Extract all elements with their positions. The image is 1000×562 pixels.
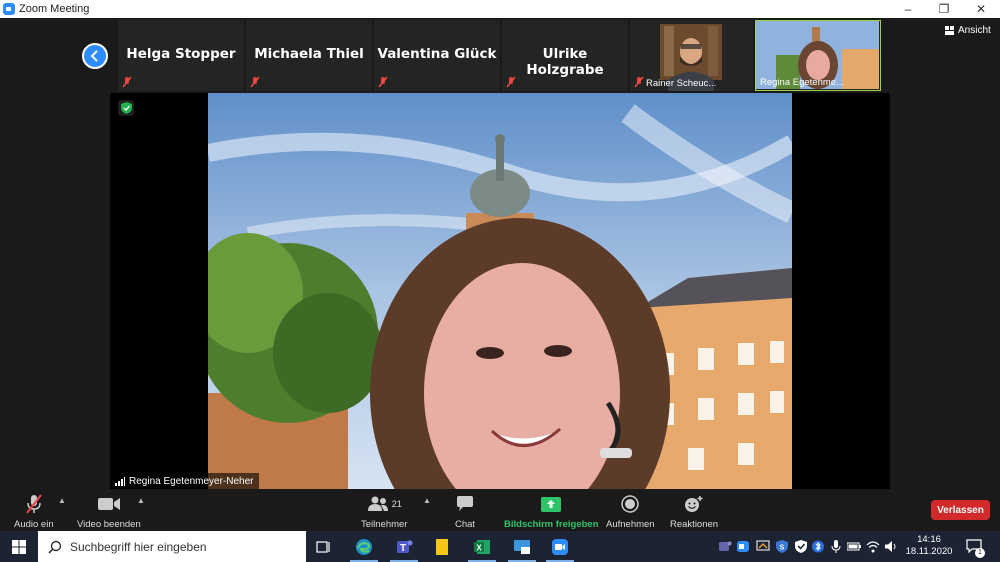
taskbar-app-excel[interactable]: X xyxy=(464,531,500,562)
system-clock[interactable]: 14:16 18.11.2020 xyxy=(900,534,958,558)
bluetooth-tray-icon[interactable] xyxy=(811,540,825,553)
search-icon xyxy=(48,540,62,554)
taskbar-app-remote-desktop[interactable] xyxy=(504,531,540,562)
record-icon xyxy=(621,495,640,513)
video-options-caret-icon[interactable]: ▲ xyxy=(137,496,145,505)
participant-name: Regina Egetenme... xyxy=(760,77,844,88)
windows-taskbar: Suchbegriff hier eingeben T X S 14:16 18… xyxy=(0,531,1000,562)
smiley-plus-icon xyxy=(685,496,703,512)
zoom-logo-icon xyxy=(3,3,15,15)
clock-time: 14:16 xyxy=(917,534,941,545)
participants-icon xyxy=(367,496,388,511)
audio-button[interactable]: Audio ein xyxy=(14,493,54,530)
taskbar-app-teams[interactable]: T xyxy=(386,531,422,562)
svg-text:T: T xyxy=(400,543,406,554)
audio-options-caret-icon[interactable]: ▲ xyxy=(58,496,66,505)
participant-video-tile-active[interactable]: Regina Egetenme... xyxy=(755,20,881,91)
defender-tray-icon[interactable] xyxy=(794,540,808,553)
muted-microphone-icon xyxy=(26,494,42,514)
video-camera-icon xyxy=(97,498,120,510)
clock-date: 18.11.2020 xyxy=(905,546,953,557)
start-button[interactable] xyxy=(0,531,38,562)
restore-button[interactable]: ❐ xyxy=(929,0,959,18)
participant-video-tile[interactable]: Rainer Scheuc... xyxy=(630,20,753,91)
reactions-label: Reaktionen xyxy=(670,519,719,530)
stop-video-button[interactable]: Video beenden xyxy=(77,493,141,530)
zoom-tray-icon[interactable] xyxy=(736,540,750,553)
share-screen-label: Bildschirm freigeben xyxy=(504,519,599,530)
close-button[interactable]: ✕ xyxy=(966,0,996,18)
task-view-button[interactable] xyxy=(306,531,342,562)
participant-name: Rainer Scheuc... xyxy=(646,78,717,89)
muted-mic-icon xyxy=(250,76,260,88)
participant-tile[interactable]: Michaela Thiel xyxy=(246,20,372,91)
notification-center-button[interactable]: 1 xyxy=(964,536,986,558)
muted-mic-icon xyxy=(122,76,132,88)
share-screen-button[interactable]: Bildschirm freigeben xyxy=(504,493,599,530)
chat-label: Chat xyxy=(455,519,476,530)
grid-view-icon xyxy=(945,26,954,35)
speaker-video-feed xyxy=(208,93,792,489)
taskbar-app-file-explorer[interactable] xyxy=(424,531,460,562)
monitor-tray-icon[interactable] xyxy=(756,540,770,553)
svg-text:S: S xyxy=(780,545,785,552)
previous-page-button[interactable] xyxy=(82,43,108,69)
volume-tray-icon[interactable] xyxy=(884,540,898,553)
remote-desktop-icon xyxy=(514,539,530,554)
stop-video-label: Video beenden xyxy=(77,519,141,530)
leave-meeting-button[interactable]: Verlassen xyxy=(931,500,990,520)
participants-button[interactable]: 21 Teilnehmer xyxy=(361,493,407,530)
participants-options-caret-icon[interactable]: ▲ xyxy=(423,496,431,505)
record-button[interactable]: Aufnehmen xyxy=(606,493,655,530)
chevron-left-icon xyxy=(90,50,98,62)
windows-logo-icon xyxy=(12,539,26,554)
taskbar-search-box[interactable]: Suchbegriff hier eingeben xyxy=(38,531,306,562)
participant-name: Michaela Thiel xyxy=(254,46,364,62)
teams-tray-icon[interactable] xyxy=(718,540,732,553)
chat-button[interactable]: Chat xyxy=(455,493,475,530)
participant-tile[interactable]: Ulrike Holzgrabe xyxy=(502,20,628,91)
reactions-button[interactable]: Reaktionen xyxy=(670,493,718,530)
chat-bubble-icon xyxy=(457,496,474,511)
taskbar-app-zoom[interactable] xyxy=(542,531,578,562)
participants-label: Teilnehmer xyxy=(361,519,408,530)
notification-count-badge: 1 xyxy=(975,548,985,558)
search-placeholder: Suchbegriff hier eingeben xyxy=(70,539,207,554)
minimize-button[interactable]: – xyxy=(893,0,923,18)
muted-mic-icon xyxy=(506,76,516,88)
microphone-tray-icon[interactable] xyxy=(829,540,843,553)
speaker-name: Regina Egetenmeyer-Neher xyxy=(129,475,254,487)
participants-count: 21 xyxy=(391,499,402,509)
participant-name: Ulrike Holzgrabe xyxy=(526,46,604,78)
window-title: Zoom Meeting xyxy=(19,3,90,15)
participant-name: Helga Stopper xyxy=(126,46,236,62)
edge-icon xyxy=(356,538,372,555)
shield-tray-icon[interactable]: S xyxy=(775,540,789,553)
participant-tile[interactable]: Helga Stopper xyxy=(118,20,244,91)
muted-mic-icon xyxy=(634,76,644,88)
active-speaker-video xyxy=(110,93,890,489)
wifi-tray-icon[interactable] xyxy=(866,540,880,553)
svg-text:X: X xyxy=(476,543,482,552)
battery-tray-icon[interactable] xyxy=(847,540,861,553)
view-button-label: Ansicht xyxy=(958,25,991,36)
zoom-icon xyxy=(552,538,568,555)
taskbar-app-edge[interactable] xyxy=(346,531,382,562)
audio-button-label: Audio ein xyxy=(14,519,54,530)
participant-name: Valentina Glück xyxy=(377,46,497,62)
record-label: Aufnehmen xyxy=(606,519,655,530)
notes-icon xyxy=(436,538,448,555)
participant-tile[interactable]: Valentina Glück xyxy=(374,20,500,91)
connection-strength-icon xyxy=(115,476,125,486)
title-bar: Zoom Meeting – ❐ ✕ xyxy=(0,0,1000,18)
encryption-shield-icon[interactable] xyxy=(118,100,134,116)
share-screen-arrow-icon xyxy=(541,496,562,512)
speaker-name-label: Regina Egetenmeyer-Neher xyxy=(110,473,259,489)
teams-icon: T xyxy=(397,540,413,554)
view-button[interactable]: Ansicht xyxy=(945,25,991,36)
excel-icon: X xyxy=(474,539,490,554)
task-view-icon xyxy=(316,540,330,553)
muted-mic-icon xyxy=(378,76,388,88)
meeting-toolbar: Audio ein ▲ Video beenden ▲ 21 Teilnehme… xyxy=(0,490,1000,531)
